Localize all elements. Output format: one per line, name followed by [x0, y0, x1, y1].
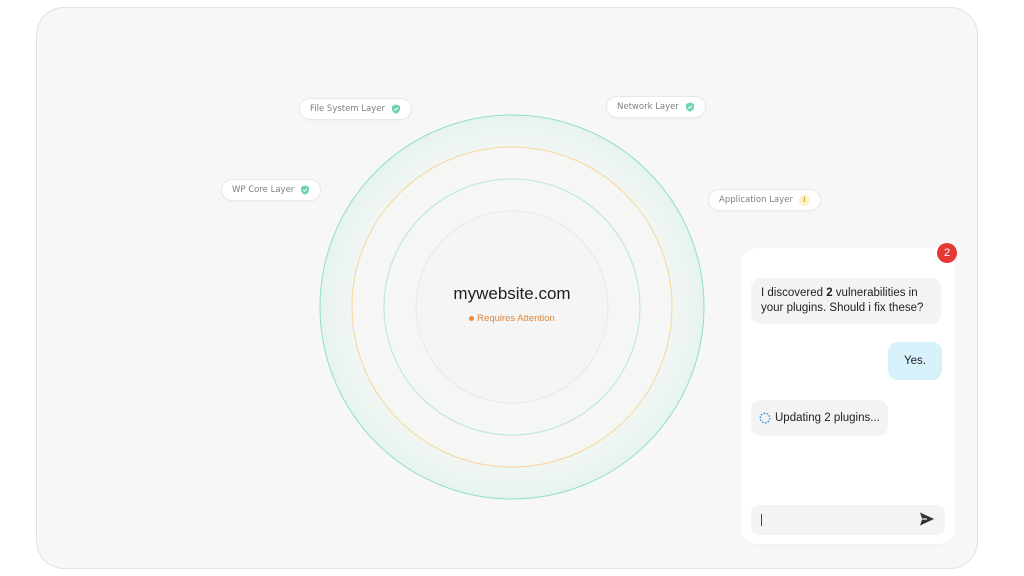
layer-label: Application Layer [719, 195, 793, 205]
site-status: Requires Attention [412, 313, 612, 324]
loading-spinner-icon [759, 412, 771, 424]
chat-input-box[interactable] [751, 505, 945, 535]
status-text: Requires Attention [477, 313, 555, 324]
security-dashboard: File System Layer Network Layer WP Core … [36, 7, 978, 569]
inner-ring [415, 210, 609, 404]
layer-pill-file-system[interactable]: File System Layer [299, 98, 413, 120]
layer-label: Network Layer [617, 102, 679, 112]
progress-text: Updating 2 plugins... [775, 411, 880, 424]
text-caret [761, 514, 762, 526]
shield-check-icon [391, 104, 401, 114]
shield-check-icon [685, 102, 695, 112]
shield-check-icon [300, 185, 310, 195]
assistant-message: I discovered 2 vulnerabilities in your p… [751, 278, 941, 324]
status-dot-icon [469, 316, 475, 321]
send-icon[interactable] [919, 511, 935, 529]
layer-label: File System Layer [310, 104, 386, 114]
assistant-chat-panel: I discovered 2 vulnerabilities in your p… [741, 248, 955, 544]
site-domain: mywebsite.com [453, 284, 571, 303]
layer-label: WP Core Layer [232, 185, 295, 195]
layer-pill-application[interactable]: Application Layer ! [708, 189, 821, 211]
assistant-progress-message: Updating 2 plugins... [751, 400, 888, 436]
chat-input[interactable] [763, 513, 919, 527]
user-message: Yes. [888, 342, 942, 380]
warning-icon: ! [798, 194, 810, 206]
notification-badge: 2 [937, 243, 957, 263]
layer-pill-wp-core[interactable]: WP Core Layer [221, 179, 322, 201]
layer-pill-network[interactable]: Network Layer [606, 96, 706, 118]
